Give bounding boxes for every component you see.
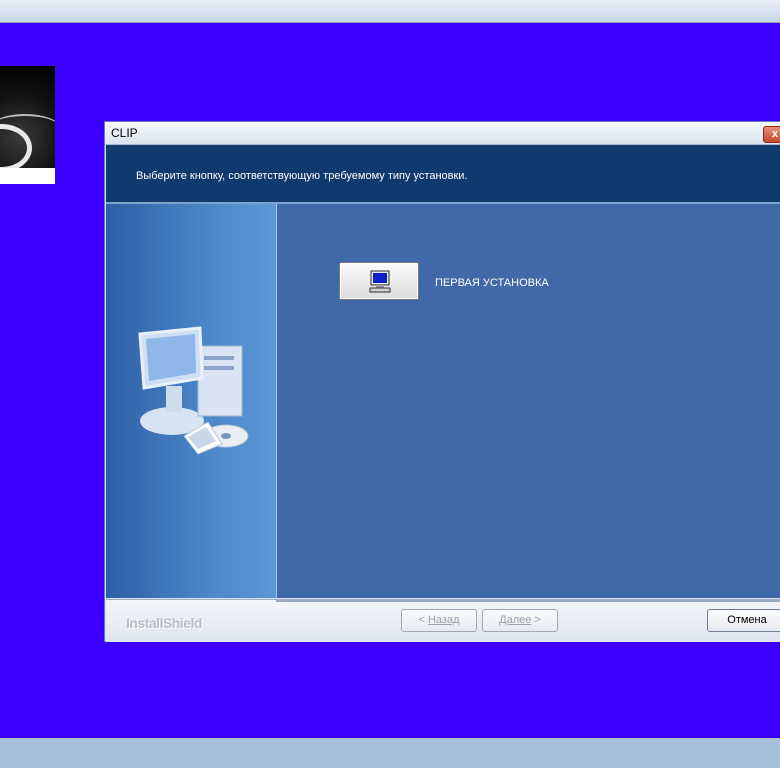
button-bar: InstallShield < Назад Далее > Отмена	[106, 599, 780, 642]
computer-illustration-icon	[138, 326, 249, 455]
background-logo	[0, 66, 55, 184]
instruction-banner: Выберите кнопку, соответствующую требуем…	[106, 145, 780, 204]
back-button-label: Назад	[427, 614, 460, 626]
taskbar	[0, 738, 780, 768]
top-bar	[0, 0, 780, 23]
next-arrow: >	[534, 614, 541, 626]
instruction-text: Выберите кнопку, соответствующую требуем…	[136, 170, 468, 182]
monitor-icon	[369, 270, 391, 293]
installer-window: CLIP x Выберите кнопку, соответствующую …	[104, 121, 780, 642]
footer-divider	[276, 600, 780, 602]
left-illustration-panel	[106, 204, 277, 598]
cancel-button[interactable]: Отмена	[707, 609, 780, 632]
back-arrow: <	[418, 614, 425, 626]
close-button[interactable]: x	[763, 126, 780, 143]
installshield-logo: InstallShield	[126, 615, 202, 631]
first-install-label: ПЕРВАЯ УСТАНОВКА	[435, 277, 549, 289]
next-button[interactable]: Далее >	[482, 609, 558, 632]
first-install-button[interactable]	[339, 262, 419, 300]
background-logo-graphic	[0, 66, 55, 168]
title-bar[interactable]: CLIP x	[105, 122, 780, 145]
window-title: CLIP	[111, 126, 138, 140]
back-button[interactable]: < Назад	[401, 609, 477, 632]
next-button-label: Далее	[499, 614, 532, 626]
install-type-panel: ПЕРВАЯ УСТАНОВКА	[277, 204, 780, 598]
